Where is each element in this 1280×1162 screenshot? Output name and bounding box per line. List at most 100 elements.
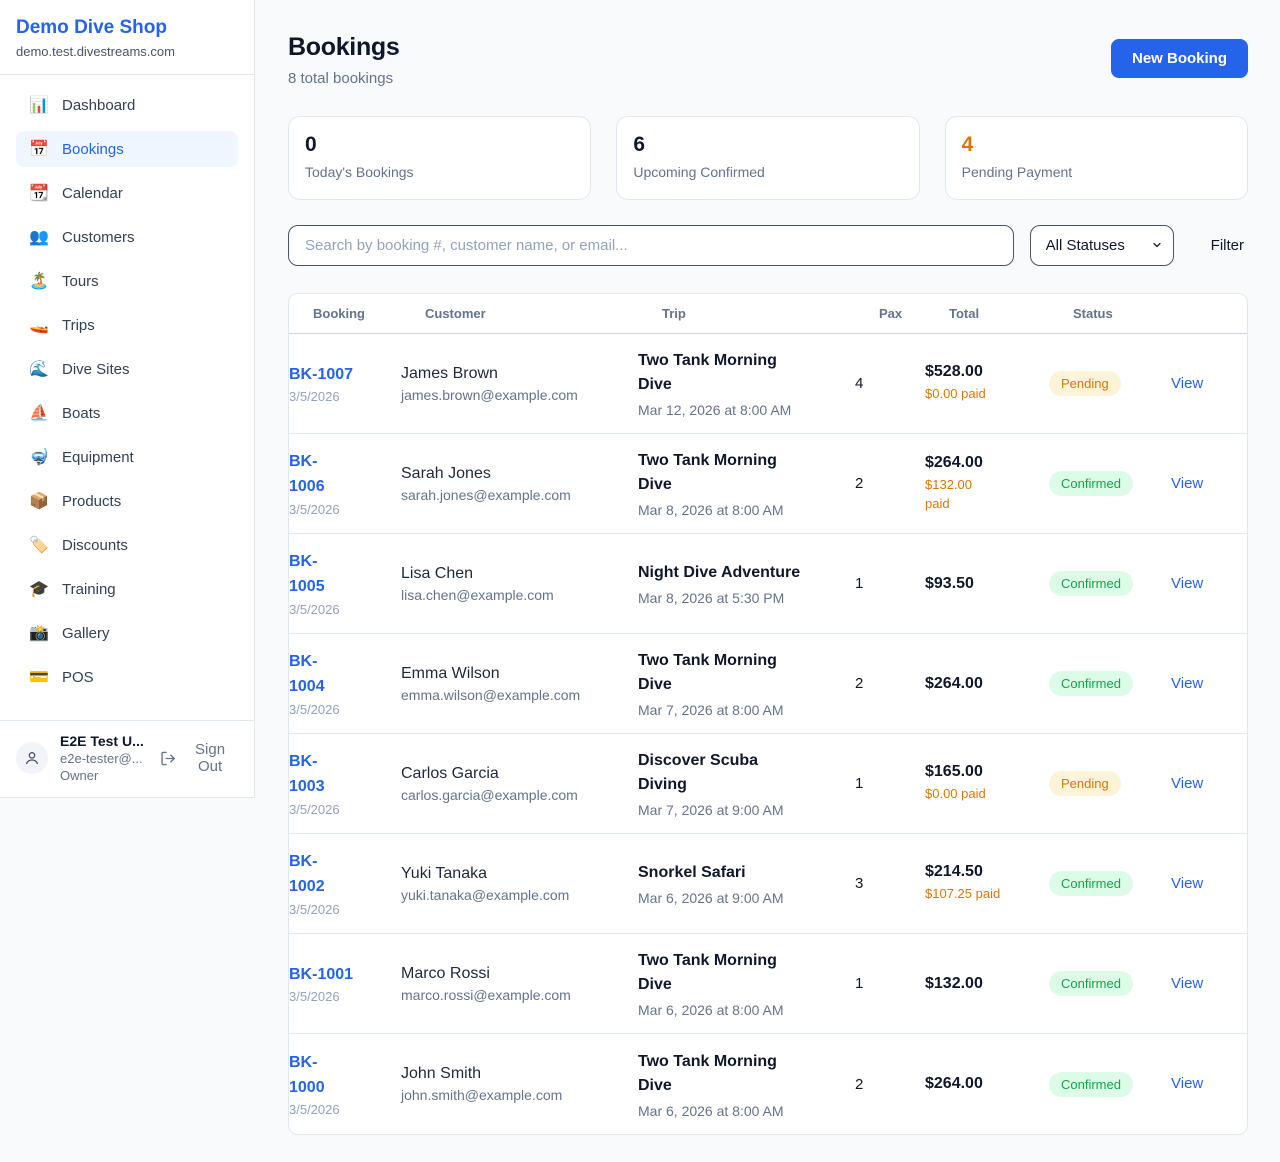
sidebar-item-dashboard[interactable]: 📊 Dashboard [16, 87, 238, 123]
sign-out-button[interactable]: Sign Out [160, 741, 238, 775]
status-badge: Confirmed [1049, 571, 1133, 596]
view-link[interactable]: View [1171, 475, 1203, 492]
booking-id-link[interactable]: BK-1007 [289, 363, 387, 388]
shop-name: Demo Dive Shop [16, 17, 238, 39]
view-link[interactable]: View [1171, 975, 1203, 992]
column-header-trip: Trip [662, 306, 879, 321]
booking-date: 3/5/2026 [289, 602, 387, 617]
stat-label: Upcoming Confirmed [633, 164, 902, 180]
booking-date: 3/5/2026 [289, 702, 387, 717]
new-booking-button[interactable]: New Booking [1111, 39, 1248, 78]
sidebar-item-products[interactable]: 📦 Products [16, 483, 238, 519]
nav-item-label: Training [62, 581, 116, 598]
customer-name: Carlos Garcia [401, 765, 624, 783]
customer-email: sarah.jones@example.com [401, 487, 624, 503]
page-title-block: Bookings 8 total bookings [288, 33, 400, 87]
page-header: Bookings 8 total bookings New Booking [288, 33, 1248, 87]
shop-header: Demo Dive Shop demo.test.divestreams.com [0, 0, 254, 75]
pax-count: 3 [855, 875, 925, 892]
booking-id-link[interactable]: BK- 1000 [289, 1051, 387, 1101]
nav-item-label: Boats [62, 405, 100, 422]
booking-id-link[interactable]: BK- 1006 [289, 450, 387, 500]
trip-datetime: Mar 6, 2026 at 8:00 AM [638, 1103, 841, 1119]
stat-label: Today's Bookings [305, 164, 574, 180]
status-select[interactable]: All Statuses [1030, 225, 1174, 266]
table-row: BK-1007 3/5/2026 James Brown james.brown… [289, 334, 1247, 434]
booking-id-link[interactable]: BK-1001 [289, 963, 387, 988]
total-amount: $264.00 [925, 454, 1035, 472]
status-badge: Confirmed [1049, 471, 1133, 496]
nav-item-label: Equipment [62, 449, 134, 466]
table-row: BK- 1006 3/5/2026 Sarah Jones sarah.jone… [289, 434, 1247, 534]
nav-item-label: Discounts [62, 537, 128, 554]
sidebar-item-trips[interactable]: 🚤 Trips [16, 307, 238, 343]
search-input[interactable] [288, 225, 1014, 266]
customer-name: John Smith [401, 1065, 624, 1083]
user-name: E2E Test U... [60, 733, 160, 749]
sidebar-item-training[interactable]: 🎓 Training [16, 571, 238, 607]
stat-value: 6 [633, 133, 902, 157]
main-content: Bookings 8 total bookings New Booking 0 … [256, 0, 1280, 1135]
view-link[interactable]: View [1171, 775, 1203, 792]
stat-value: 4 [962, 133, 1231, 157]
sidebar-item-customers[interactable]: 👥 Customers [16, 219, 238, 255]
sidebar-item-equipment[interactable]: 🤿 Equipment [16, 439, 238, 475]
booking-date: 3/5/2026 [289, 902, 387, 917]
page-title: Bookings [288, 33, 400, 62]
filter-button[interactable]: Filter [1207, 237, 1248, 254]
column-header-status: Status [1073, 306, 1195, 321]
sidebar-item-discounts[interactable]: 🏷️ Discounts [16, 527, 238, 563]
trip-datetime: Mar 7, 2026 at 8:00 AM [638, 702, 841, 718]
trip-name: Discover Scuba Diving [638, 749, 841, 797]
avatar [16, 742, 48, 774]
booking-date: 3/5/2026 [289, 1102, 387, 1117]
booking-id-link[interactable]: BK- 1002 [289, 850, 387, 900]
total-amount: $132.00 [925, 975, 1035, 993]
column-header-total: Total [949, 306, 1073, 321]
sidebar-item-gallery[interactable]: 📸 Gallery [16, 615, 238, 651]
table-row: BK- 1005 3/5/2026 Lisa Chen lisa.chen@ex… [289, 534, 1247, 634]
table-row: BK-1001 3/5/2026 Marco Rossi marco.rossi… [289, 934, 1247, 1034]
stat-card: 6 Upcoming Confirmed [616, 116, 919, 200]
trip-name: Two Tank Morning Dive [638, 349, 841, 397]
nav-item-label: Trips [62, 317, 95, 334]
booking-id-link[interactable]: BK- 1003 [289, 750, 387, 800]
booking-id-link[interactable]: BK- 1005 [289, 550, 387, 600]
customer-email: john.smith@example.com [401, 1087, 624, 1103]
total-bookings-count: 8 total bookings [288, 70, 400, 87]
sidebar-item-dive-sites[interactable]: 🌊 Dive Sites [16, 351, 238, 387]
customer-name: Emma Wilson [401, 665, 624, 683]
user-email: e2e-tester@... [60, 751, 160, 766]
sidebar-item-pos[interactable]: 💳 POS [16, 659, 238, 695]
paid-amount: $107.25 paid [925, 885, 1035, 904]
customer-email: emma.wilson@example.com [401, 687, 624, 703]
sidebar-item-tours[interactable]: 🏝️ Tours [16, 263, 238, 299]
total-amount: $528.00 [925, 363, 1035, 381]
sidebar: Demo Dive Shop demo.test.divestreams.com… [0, 0, 255, 798]
customer-name: James Brown [401, 365, 624, 383]
table-header-row: Booking Customer Trip Pax Total Status [289, 294, 1247, 334]
stat-card: 4 Pending Payment [945, 116, 1248, 200]
view-link[interactable]: View [1171, 375, 1203, 392]
column-header-customer: Customer [425, 306, 662, 321]
paid-amount: $132.00 paid [925, 476, 1035, 514]
booking-id-link[interactable]: BK- 1004 [289, 650, 387, 700]
sidebar-item-boats[interactable]: ⛵ Boats [16, 395, 238, 431]
sidebar-item-bookings[interactable]: 📅 Bookings [16, 131, 238, 167]
nav-item-icon: 📸 [29, 623, 49, 643]
nav-item-icon: 🚤 [29, 315, 49, 335]
trip-name: Night Dive Adventure [638, 561, 841, 585]
nav-item-label: Tours [62, 273, 99, 290]
logout-icon [160, 750, 176, 767]
view-link[interactable]: View [1171, 575, 1203, 592]
nav-item-icon: 🎓 [29, 579, 49, 599]
view-link[interactable]: View [1171, 675, 1203, 692]
nav-item-icon: 📊 [29, 95, 49, 115]
nav-item-label: Dive Sites [62, 361, 130, 378]
pax-count: 2 [855, 675, 925, 692]
sidebar-item-calendar[interactable]: 📆 Calendar [16, 175, 238, 211]
total-amount: $264.00 [925, 1075, 1035, 1093]
view-link[interactable]: View [1171, 875, 1203, 892]
view-link[interactable]: View [1171, 1075, 1203, 1092]
trip-datetime: Mar 6, 2026 at 8:00 AM [638, 1002, 841, 1018]
